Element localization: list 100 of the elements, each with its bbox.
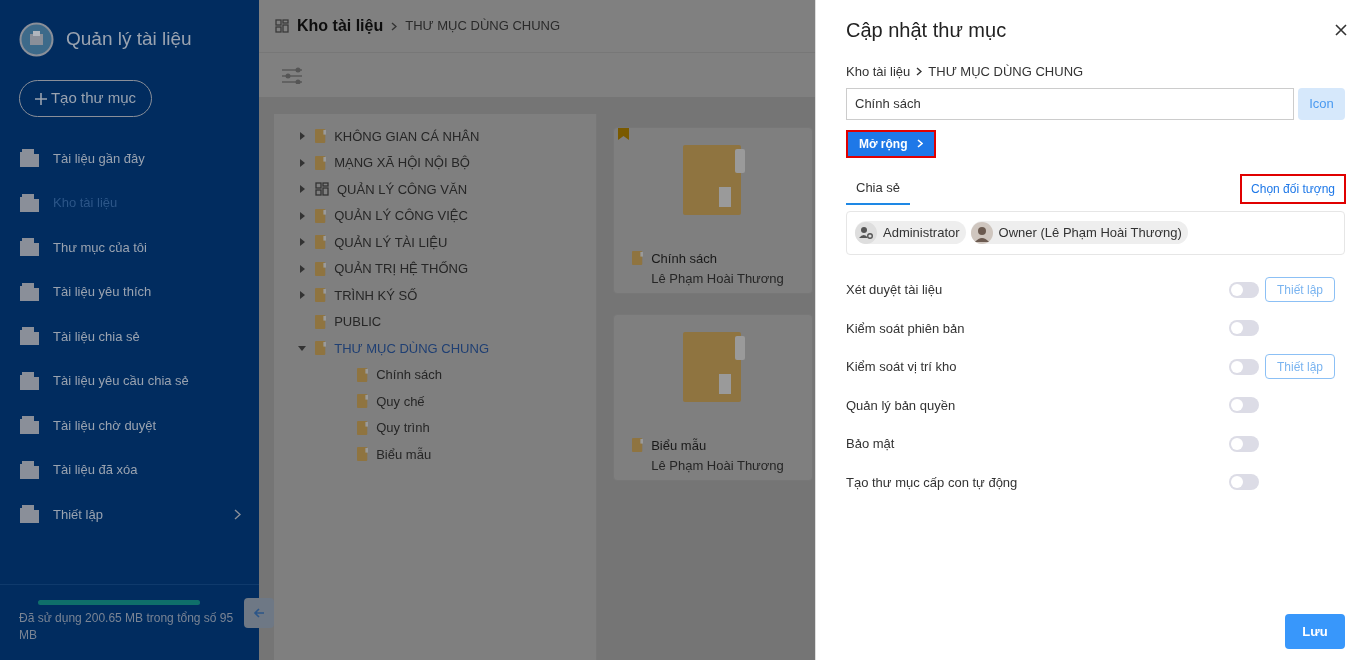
sidebar-item[interactable]: Thiết lập bbox=[0, 492, 259, 537]
logo-icon bbox=[19, 22, 54, 57]
sidebar-item[interactable]: Tài liệu chia sẻ bbox=[0, 314, 259, 359]
folder-icon bbox=[19, 148, 41, 169]
chevron-right-icon bbox=[916, 67, 923, 77]
breadcrumb-root[interactable]: Kho tài liệu bbox=[297, 14, 384, 38]
sidebar-item[interactable]: Tài liệu đã xóa bbox=[0, 447, 259, 492]
folder-icon bbox=[357, 420, 369, 435]
toggle-switch[interactable] bbox=[1229, 358, 1259, 375]
sidebar-item[interactable]: Tài liệu chờ duyệt bbox=[0, 403, 259, 448]
filter-icon[interactable] bbox=[282, 66, 302, 84]
setting-label: Bảo mật bbox=[846, 435, 896, 453]
folder-icon bbox=[315, 288, 327, 303]
setting-label: Kiểm soát vị trí kho bbox=[846, 358, 958, 376]
tree-item[interactable]: MẠNG XÃ HỘI NỘI BỘ bbox=[334, 153, 470, 173]
storage-text: Đã sử dụng 200.65 MB trong tổng số 95 MB bbox=[19, 610, 235, 644]
grid-icon bbox=[315, 182, 329, 197]
setting-label: Kiểm soát phiên bản bbox=[846, 319, 966, 338]
toggle-switch[interactable] bbox=[1229, 397, 1259, 414]
avatar-icon bbox=[970, 221, 993, 244]
card-title: Biểu mẫu bbox=[651, 437, 708, 455]
folder-icon bbox=[19, 370, 41, 391]
folder-icon bbox=[315, 129, 327, 144]
app-title: Quản lý tài liệu bbox=[66, 27, 192, 52]
toggle-switch[interactable] bbox=[1229, 435, 1259, 452]
folder-icon bbox=[315, 208, 327, 223]
folder-icon bbox=[315, 341, 327, 356]
arrow-left-icon bbox=[253, 607, 265, 619]
breadcrumb-current: THƯ MỤC DÙNG CHUNG bbox=[405, 17, 561, 36]
share-chip[interactable]: Administrator bbox=[855, 221, 966, 244]
grid-icon bbox=[275, 19, 289, 33]
setup-button[interactable]: Thiết lập bbox=[1265, 277, 1335, 303]
tab[interactable]: Chia sẻ bbox=[846, 172, 911, 205]
toggle-switch[interactable] bbox=[1229, 474, 1259, 491]
tree-item[interactable]: Quy chế bbox=[376, 391, 425, 411]
breadcrumb-current: THƯ MỤC DÙNG CHUNG bbox=[928, 63, 1084, 81]
chevron-right-icon bbox=[391, 21, 398, 31]
caret-icon[interactable] bbox=[298, 157, 306, 168]
folder-icon bbox=[19, 237, 41, 258]
tree-item[interactable]: QUẢN LÝ CÔNG VĂN bbox=[337, 179, 468, 199]
folder-icon bbox=[19, 504, 41, 525]
tree-item[interactable]: QUẢN LÝ TÀI LIỆU bbox=[334, 232, 448, 252]
sidebar-item[interactable]: Tài liệu gần đây bbox=[0, 136, 259, 181]
folder-icon bbox=[357, 367, 369, 382]
folder-icon bbox=[681, 330, 745, 402]
tree-item[interactable]: TRÌNH KÝ SỐ bbox=[334, 285, 418, 305]
folder-card[interactable]: Chính sách Lê Phạm Hoài Thương bbox=[613, 127, 813, 294]
toggle-switch[interactable] bbox=[1229, 281, 1259, 298]
setting-label: Quản lý bản quyền bbox=[846, 396, 957, 415]
caret-icon[interactable] bbox=[298, 131, 306, 142]
chevron-right-icon bbox=[234, 508, 241, 520]
breadcrumb-root[interactable]: Kho tài liệu bbox=[846, 62, 911, 82]
close-icon[interactable] bbox=[1335, 24, 1347, 36]
caret-icon[interactable] bbox=[298, 237, 306, 248]
share-chip[interactable]: Owner (Lê Phạm Hoài Thương) bbox=[970, 221, 1188, 244]
folder-icon bbox=[315, 155, 327, 170]
toggle-switch[interactable] bbox=[1229, 320, 1259, 337]
drawer-title: Cập nhật thư mục bbox=[846, 18, 1007, 43]
icon-button[interactable]: Icon bbox=[1298, 87, 1345, 120]
folder-card[interactable]: Biểu mẫu Lê Phạm Hoài Thương bbox=[613, 314, 813, 481]
folder-name-field[interactable]: Chính sách bbox=[846, 87, 1294, 120]
tree-item[interactable]: THƯ MỤC DÙNG CHUNG bbox=[334, 338, 489, 358]
folder-icon bbox=[19, 326, 41, 347]
tree-item[interactable]: KHÔNG GIAN CÁ NHÂN bbox=[334, 126, 480, 146]
folder-icon bbox=[357, 447, 369, 462]
setup-button[interactable]: Thiết lập bbox=[1265, 354, 1335, 380]
tree-item[interactable]: QUẢN TRỊ HỆ THỐNG bbox=[334, 259, 469, 279]
sidebar-item[interactable]: Tài liệu yêu cầu chia sẻ bbox=[0, 358, 259, 403]
tree-item[interactable]: Quy trình bbox=[376, 418, 430, 438]
tree-item[interactable]: Biểu mẫu bbox=[376, 444, 432, 464]
sidebar-item[interactable]: Tài liệu yêu thích bbox=[0, 269, 259, 314]
folder-icon bbox=[19, 459, 41, 480]
expand-button[interactable]: Mở rộng bbox=[848, 131, 934, 156]
setting-label: Tạo thư mục cấp con tự động bbox=[846, 473, 1019, 492]
folder-icon bbox=[19, 415, 41, 436]
tree-item[interactable]: PUBLIC bbox=[334, 312, 382, 332]
card-owner: Lê Phạm Hoài Thương bbox=[651, 269, 784, 288]
user-gear-icon bbox=[855, 221, 877, 244]
folder-icon bbox=[632, 438, 644, 452]
caret-icon[interactable] bbox=[298, 210, 306, 221]
save-button[interactable]: Lưu bbox=[1285, 614, 1345, 649]
chevron-right-icon bbox=[916, 139, 923, 148]
setting-label: Xét duyệt tài liệu bbox=[846, 281, 944, 299]
card-owner: Lê Phạm Hoài Thương bbox=[651, 456, 784, 475]
sidebar-item[interactable]: Thư mục của tôi bbox=[0, 225, 259, 270]
folder-icon bbox=[315, 314, 327, 329]
folder-icon bbox=[19, 192, 41, 213]
caret-icon[interactable] bbox=[298, 184, 306, 195]
card-title: Chính sách bbox=[651, 250, 718, 268]
caret-icon[interactable] bbox=[298, 290, 306, 301]
folder-icon bbox=[681, 143, 745, 215]
folder-icon bbox=[632, 251, 644, 265]
folder-icon bbox=[315, 261, 327, 276]
choose-target-link[interactable]: Chọn đối tượng bbox=[1242, 175, 1344, 202]
tree-item[interactable]: QUẢN LÝ CÔNG VIỆC bbox=[334, 206, 468, 226]
tree-item[interactable]: Chính sách bbox=[376, 365, 442, 385]
caret-icon[interactable] bbox=[298, 263, 306, 274]
plus-icon bbox=[34, 92, 47, 105]
folder-icon bbox=[19, 281, 41, 302]
folder-icon bbox=[357, 394, 369, 409]
